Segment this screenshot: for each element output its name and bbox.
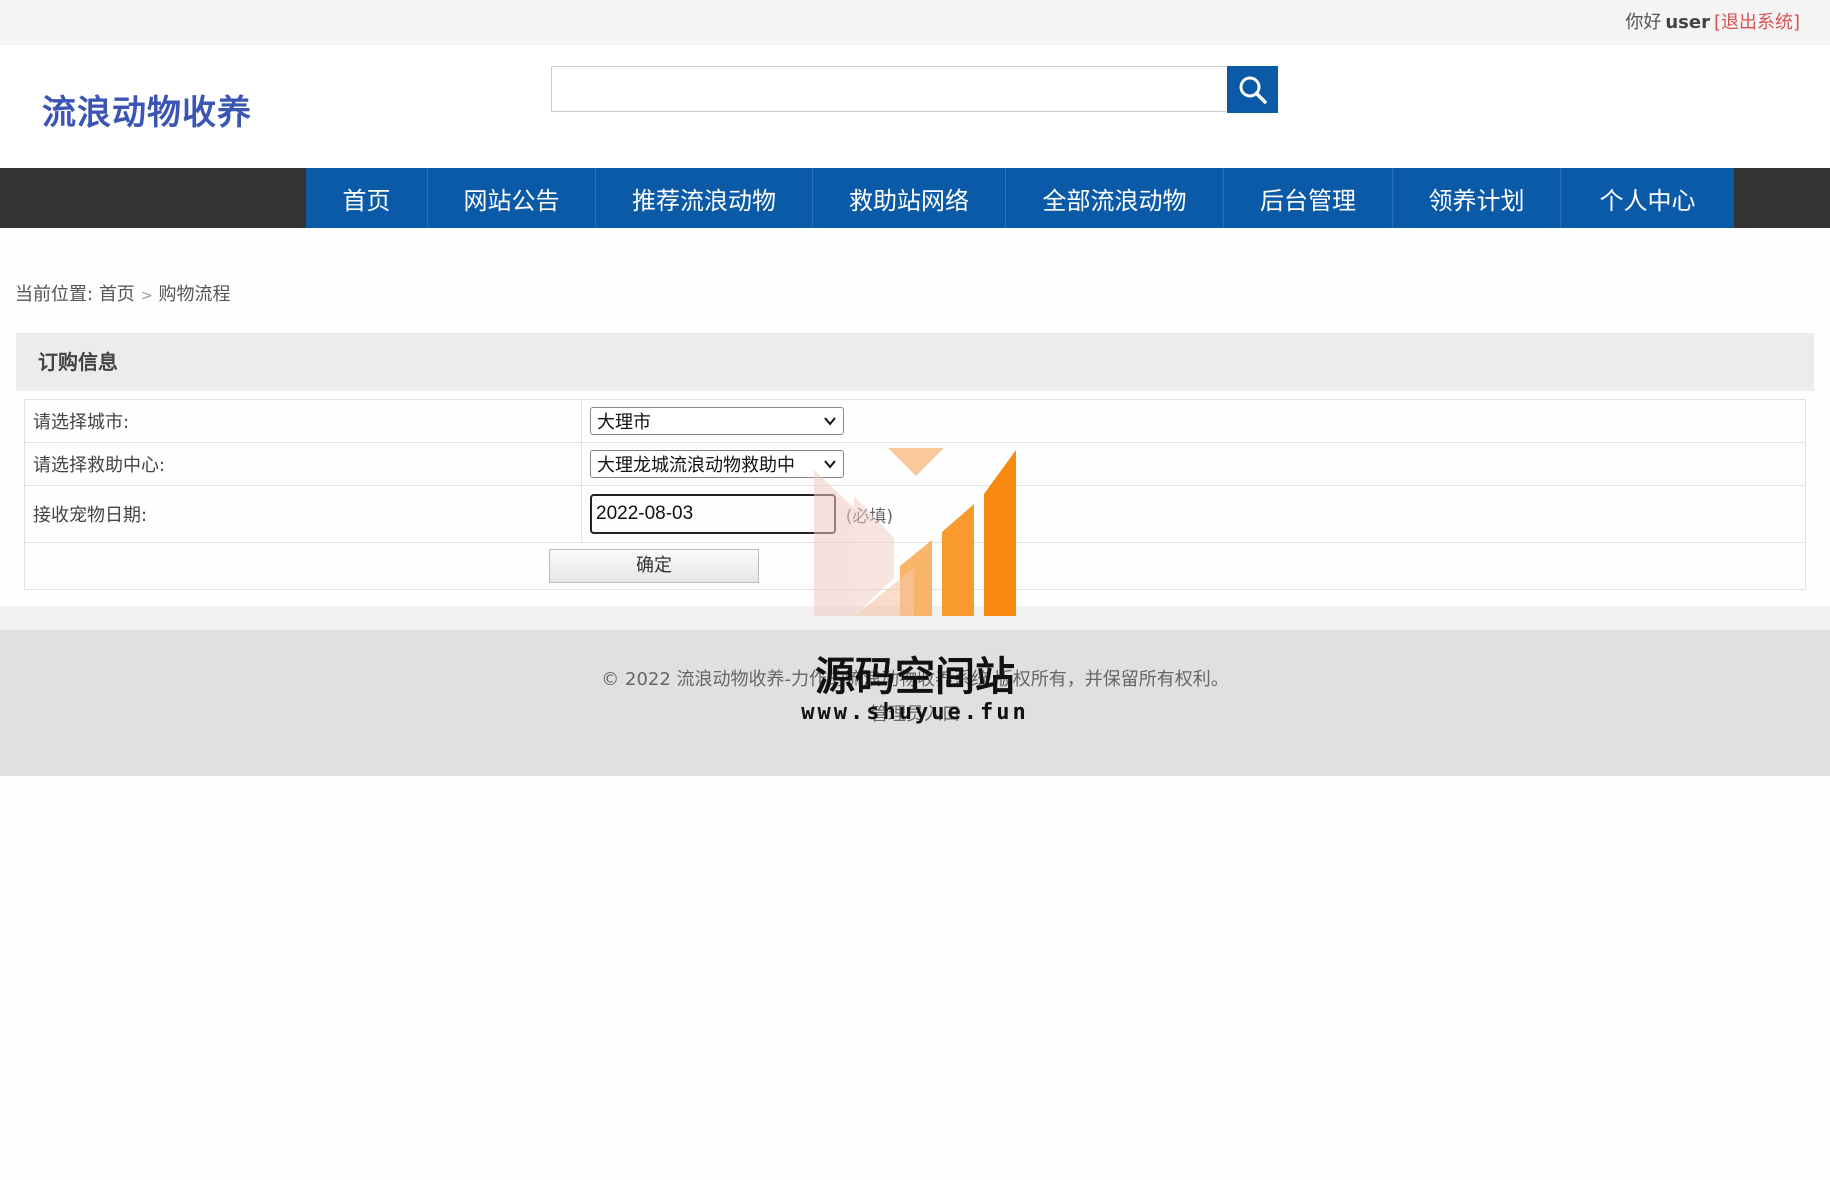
chevron-down-icon	[824, 417, 836, 426]
city-cell: 大理市	[581, 399, 1806, 443]
watermark-title: 源码空间站	[815, 654, 1015, 700]
nav-item-home[interactable]: 首页	[306, 168, 428, 228]
center-label: 请选择救助中心:	[24, 442, 582, 486]
watermark-url: www.shuyue.fun	[801, 700, 1029, 725]
username: user	[1665, 12, 1710, 33]
nav-bar: 首页 网站公告 推荐流浪动物 救助站网络 全部流浪动物 后台管理 领养计划 个人…	[0, 168, 1830, 228]
user-greeting: 你好 user [退出系统]	[1625, 8, 1800, 34]
nav-item-personal-center[interactable]: 个人中心	[1561, 168, 1734, 228]
greeting-text: 你好	[1625, 12, 1662, 33]
breadcrumb-home-link[interactable]: 首页	[99, 284, 135, 305]
nav-item-announcements[interactable]: 网站公告	[428, 168, 596, 228]
search-input[interactable]	[551, 66, 1226, 112]
center-select-value: 大理龙城流浪动物救助中	[597, 455, 795, 476]
nav-item-rescue-network[interactable]: 救助站网络	[813, 168, 1006, 228]
nav-item-all-animals[interactable]: 全部流浪动物	[1006, 168, 1224, 228]
top-bar: 你好 user [退出系统]	[0, 0, 1830, 45]
nav-item-admin[interactable]: 后台管理	[1224, 168, 1393, 228]
form-row-city: 请选择城市: 大理市	[24, 399, 1806, 443]
nav-item-recommended-animals[interactable]: 推荐流浪动物	[596, 168, 813, 228]
date-label: 接收宠物日期:	[24, 485, 582, 543]
city-label: 请选择城市:	[24, 399, 582, 443]
nav-item-adoption-plan[interactable]: 领养计划	[1393, 168, 1561, 228]
confirm-button[interactable]: 确定	[549, 549, 759, 583]
date-cell: 2022-08-03 (必填)	[581, 485, 1806, 543]
order-info-title: 订购信息	[16, 333, 1814, 391]
city-select[interactable]: 大理市	[590, 407, 844, 435]
center-select[interactable]: 大理龙城流浪动物救助中	[590, 450, 844, 478]
search-button[interactable]	[1227, 66, 1278, 113]
main-nav: 首页 网站公告 推荐流浪动物 救助站网络 全部流浪动物 后台管理 领养计划 个人…	[306, 168, 1734, 228]
breadcrumb-prefix: 当前位置:	[15, 284, 94, 305]
chevron-right-icon: >	[140, 288, 153, 304]
logout-link[interactable]: [退出系统]	[1714, 12, 1800, 33]
city-select-value: 大理市	[597, 412, 651, 433]
header: 流浪动物收养	[0, 45, 1830, 168]
site-logo[interactable]: 流浪动物收养	[42, 85, 252, 134]
search-icon	[1239, 76, 1267, 104]
breadcrumb: 当前位置: 首页 > 购物流程	[15, 280, 231, 306]
breadcrumb-current: 购物流程	[158, 284, 231, 305]
date-input[interactable]: 2022-08-03	[590, 494, 836, 534]
center-cell: 大理龙城流浪动物救助中	[581, 442, 1806, 486]
watermark-logo-icon	[814, 448, 1016, 616]
